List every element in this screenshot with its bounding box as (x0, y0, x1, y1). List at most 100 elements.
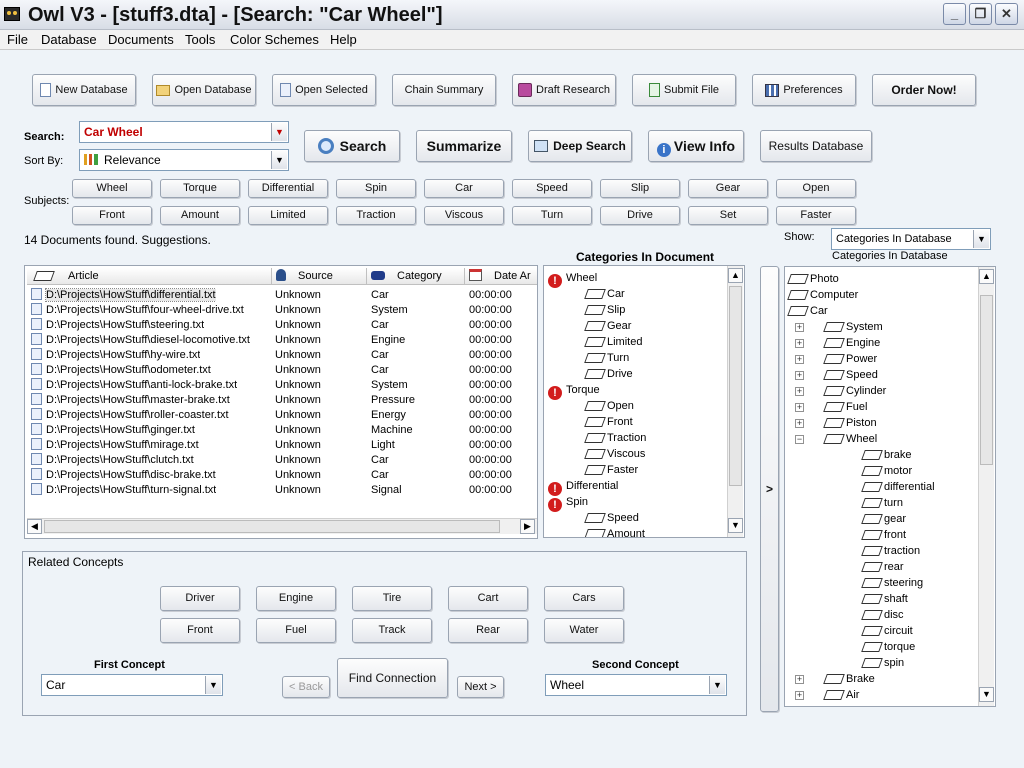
table-row[interactable]: D:\Projects\HowStuff\clutch.txt Unknown Ca… (27, 453, 537, 468)
menu-tools[interactable]: Tools (185, 32, 215, 47)
db-tree-scrollbar[interactable]: ▲ ▼ (978, 267, 994, 706)
table-row[interactable]: D:\Projects\HowStuff\master-brake.txt Unk… (27, 393, 537, 408)
scroll-down-icon[interactable]: ▼ (979, 687, 994, 702)
db-category-node[interactable]: brake (863, 447, 912, 463)
draft-research-button[interactable]: Draft Research (512, 74, 616, 106)
related-concept-button[interactable]: Tire (352, 586, 432, 611)
db-category-node[interactable]: Engine (825, 335, 880, 351)
doc-subcategory-node[interactable]: Drive (586, 366, 633, 382)
open-selected-button[interactable]: Open Selected (272, 74, 376, 106)
table-row[interactable]: D:\Projects\HowStuff\turn-signal.txt Unkn… (27, 483, 537, 498)
db-category-node[interactable]: Cylinder (825, 383, 886, 399)
table-row[interactable]: D:\Projects\HowStuff\ginger.txt Unknown Ma… (27, 423, 537, 438)
db-category-node[interactable]: turn (863, 495, 903, 511)
db-category-node[interactable]: System (825, 319, 883, 335)
db-category-node[interactable]: Fuel (825, 399, 867, 415)
subject-button[interactable]: Drive (600, 206, 680, 225)
doc-subcategory-node[interactable]: Car (586, 286, 625, 302)
chain-summary-button[interactable]: Chain Summary (392, 74, 496, 106)
db-category-node[interactable]: circuit (863, 623, 913, 639)
first-concept-select[interactable]: Car ▼ (41, 674, 223, 696)
column-article[interactable]: Article (27, 268, 272, 285)
subject-button[interactable]: Front (72, 206, 152, 225)
subject-button[interactable]: Set (688, 206, 768, 225)
related-concept-button[interactable]: Track (352, 618, 432, 643)
sort-by-select[interactable]: Relevance ▼ (79, 149, 289, 171)
db-category-node[interactable]: torque (863, 639, 915, 655)
order-now-button[interactable]: Order Now! (872, 74, 976, 106)
db-category-node[interactable]: Brake (825, 671, 875, 687)
doc-subcategory-node[interactable]: Gear (586, 318, 631, 334)
expand-icon[interactable]: + (795, 323, 804, 332)
new-database-button[interactable]: New Database (32, 74, 136, 106)
subject-button[interactable]: Faster (776, 206, 856, 225)
related-concept-button[interactable]: Fuel (256, 618, 336, 643)
subject-button[interactable]: Car (424, 179, 504, 198)
preferences-button[interactable]: Preferences (752, 74, 856, 106)
scroll-up-icon[interactable]: ▲ (728, 268, 743, 283)
expand-icon[interactable]: + (795, 403, 804, 412)
scroll-down-icon[interactable]: ▼ (728, 518, 743, 533)
search-button[interactable]: Search (304, 130, 400, 162)
db-category-node[interactable]: Power (825, 351, 877, 367)
doc-subcategory-node[interactable]: Limited (586, 334, 642, 350)
db-category-node[interactable]: steering (863, 575, 923, 591)
db-category-node[interactable]: gear (863, 511, 906, 527)
menu-color-schemes[interactable]: Color Schemes (230, 32, 319, 47)
chevron-down-icon[interactable]: ▼ (973, 230, 989, 248)
menu-file[interactable]: File (7, 32, 28, 47)
search-input[interactable]: Car Wheel ▼ (79, 121, 289, 143)
summarize-button[interactable]: Summarize (416, 130, 512, 162)
db-category-node[interactable]: shaft (863, 591, 908, 607)
doc-subcategory-node[interactable]: Slip (586, 302, 625, 318)
view-info-button[interactable]: i View Info (648, 130, 744, 162)
close-button[interactable]: ✕ (995, 3, 1018, 25)
doc-subcategory-node[interactable]: Faster (586, 462, 638, 478)
db-category-node[interactable]: Piston (825, 415, 877, 431)
restore-button[interactable]: ❐ (969, 3, 992, 25)
chevron-down-icon[interactable]: ▼ (205, 676, 221, 694)
subject-button[interactable]: Open (776, 179, 856, 198)
doc-subcategory-node[interactable]: Viscous (586, 446, 645, 462)
related-concept-button[interactable]: Engine (256, 586, 336, 611)
submit-file-button[interactable]: Submit File (632, 74, 736, 106)
subject-button[interactable]: Traction (336, 206, 416, 225)
show-select[interactable]: Categories In Database ▼ (831, 228, 991, 250)
collapse-icon[interactable]: − (795, 435, 804, 444)
related-concept-button[interactable]: Water (544, 618, 624, 643)
second-concept-select[interactable]: Wheel ▼ (545, 674, 727, 696)
subject-button[interactable]: Viscous (424, 206, 504, 225)
doc-subcategory-node[interactable]: Speed (586, 510, 639, 526)
related-concept-button[interactable]: Front (160, 618, 240, 643)
related-concept-button[interactable]: Cars (544, 586, 624, 611)
table-row[interactable]: D:\Projects\HowStuff\odometer.txt Unknown… (27, 363, 537, 378)
expand-icon[interactable]: + (795, 355, 804, 364)
subject-button[interactable]: Speed (512, 179, 592, 198)
db-category-node[interactable]: Photo (789, 271, 839, 287)
table-row[interactable]: D:\Projects\HowStuff\diesel-locomotive.t… (27, 333, 537, 348)
table-row[interactable]: D:\Projects\HowStuff\differential.txt Unk… (27, 288, 537, 303)
doc-category-node[interactable]: ! Differential (548, 478, 618, 496)
chevron-down-icon[interactable]: ▼ (271, 123, 287, 141)
doc-category-node[interactable]: ! Torque (548, 382, 600, 400)
table-row[interactable]: D:\Projects\HowStuff\anti-lock-brake.txt… (27, 378, 537, 393)
find-connection-button[interactable]: Find Connection (337, 658, 448, 698)
doc-subcategory-node[interactable]: Amount (586, 526, 645, 537)
table-row[interactable]: D:\Projects\HowStuff\four-wheel-drive.tx… (27, 303, 537, 318)
subject-button[interactable]: Wheel (72, 179, 152, 198)
scroll-right-icon[interactable]: ▶ (520, 519, 535, 534)
next-button[interactable]: Next > (457, 676, 504, 698)
db-category-node[interactable]: differential (863, 479, 935, 495)
db-category-node[interactable]: traction (863, 543, 920, 559)
db-category-node[interactable]: disc (863, 607, 904, 623)
doc-subcategory-node[interactable]: Traction (586, 430, 646, 446)
subject-button[interactable]: Spin (336, 179, 416, 198)
db-category-node[interactable]: Computer (789, 287, 858, 303)
expand-icon[interactable]: + (795, 371, 804, 380)
subject-button[interactable]: Torque (160, 179, 240, 198)
related-concept-button[interactable]: Rear (448, 618, 528, 643)
menu-help[interactable]: Help (330, 32, 357, 47)
subject-button[interactable]: Slip (600, 179, 680, 198)
scroll-left-icon[interactable]: ◀ (27, 519, 42, 534)
chevron-down-icon[interactable]: ▼ (709, 676, 725, 694)
